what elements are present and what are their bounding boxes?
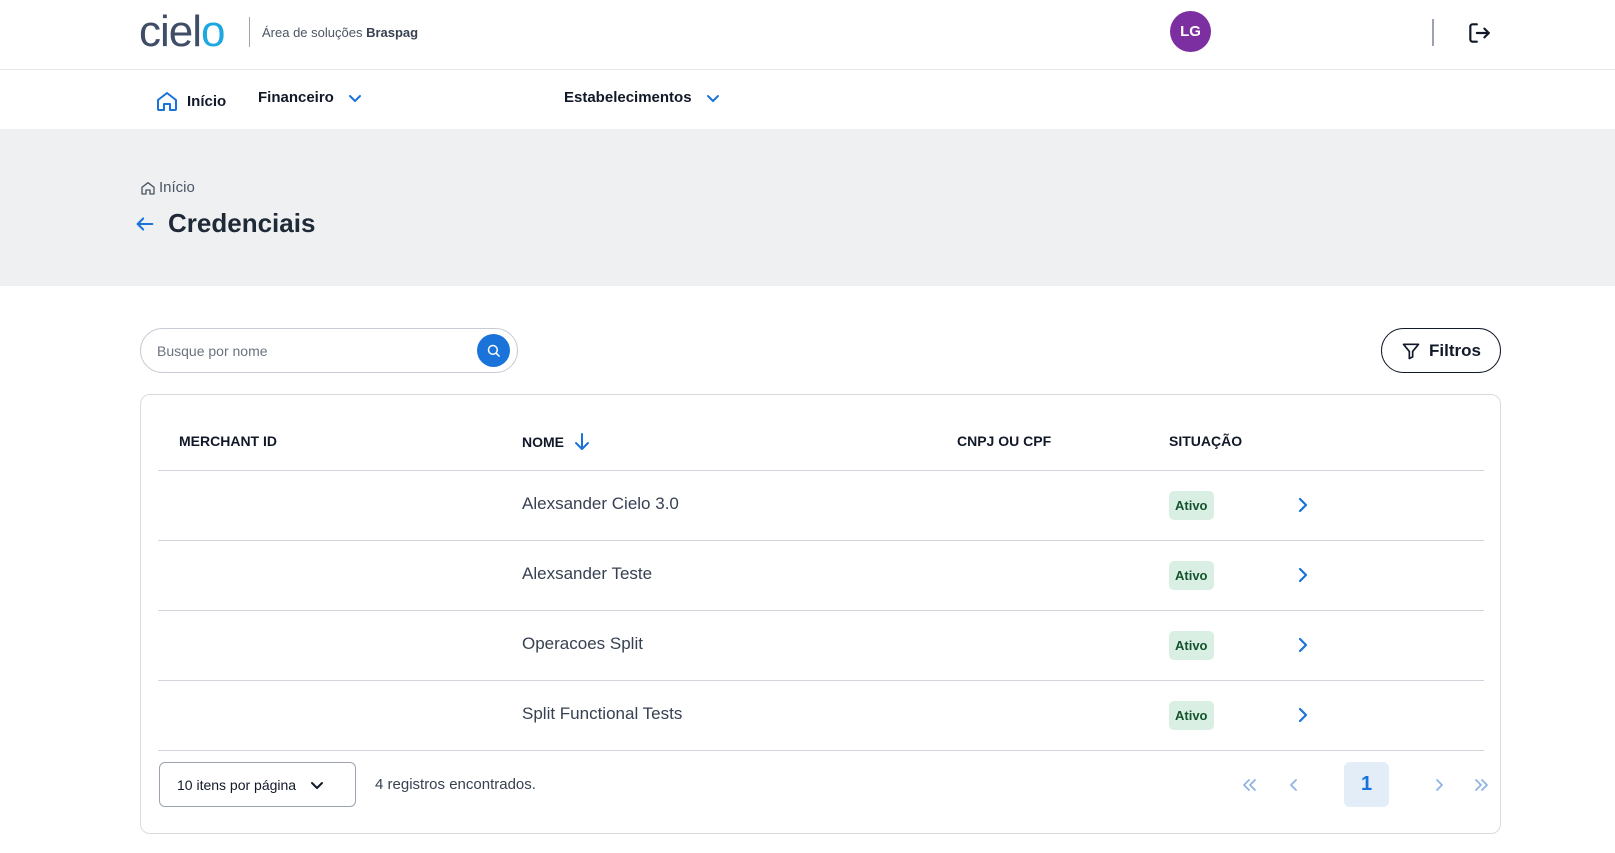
chevron-down-icon xyxy=(706,94,719,102)
column-header-nome[interactable]: NOME xyxy=(522,433,590,451)
back-arrow-icon[interactable] xyxy=(134,213,156,235)
nav-item-estabelecimentos[interactable]: Estabelecimentos xyxy=(564,89,720,106)
header-divider xyxy=(1432,19,1434,46)
table-row[interactable]: Split Functional Tests Ativo xyxy=(158,681,1484,751)
chevron-down-icon xyxy=(311,781,324,789)
items-per-page-label: 10 itens por página xyxy=(177,776,297,793)
search-icon xyxy=(487,344,500,357)
chevron-right-icon xyxy=(1435,778,1443,791)
logo-divider xyxy=(249,17,250,47)
previous-page-button[interactable] xyxy=(1271,762,1316,807)
row-name: Alexsander Teste xyxy=(522,564,653,583)
records-found-text: 4 registros encontrados. xyxy=(375,776,536,793)
nav-item-label: Financeiro xyxy=(258,89,334,106)
row-name: Alexsander Cielo 3.0 xyxy=(522,494,679,513)
title-row: Credenciais xyxy=(134,208,315,239)
header-subtitle: Área de soluções Braspag xyxy=(262,25,419,40)
home-icon xyxy=(141,181,155,195)
chevron-down-icon xyxy=(348,94,361,102)
main-nav: Início Financeiro Estabelecimentos xyxy=(0,70,1615,129)
search-button[interactable] xyxy=(477,334,510,367)
home-icon xyxy=(157,92,177,111)
cielo-logo[interactable]: cielo xyxy=(139,10,226,54)
filters-button[interactable]: Filtros xyxy=(1381,328,1501,373)
items-per-page-select[interactable]: 10 itens por página xyxy=(159,762,356,807)
row-name: Operacoes Split xyxy=(522,634,643,653)
sort-arrow-down-icon xyxy=(575,433,589,450)
table-row[interactable]: Alexsander Cielo 3.0 Ativo xyxy=(158,471,1484,541)
row-divider xyxy=(158,750,1484,751)
page-title: Credenciais xyxy=(168,208,316,238)
chevron-right-icon[interactable] xyxy=(1297,706,1309,724)
double-chevron-left-icon xyxy=(1242,778,1256,791)
breadcrumb[interactable]: Início xyxy=(140,179,195,196)
first-page-button[interactable] xyxy=(1226,762,1271,807)
row-name: Split Functional Tests xyxy=(522,704,683,723)
last-page-button[interactable] xyxy=(1459,762,1504,807)
search-box xyxy=(140,328,518,373)
table-row[interactable]: Operacoes Split Ativo xyxy=(158,611,1484,681)
nav-item-financeiro[interactable]: Financeiro xyxy=(258,89,362,106)
column-header-cnpj: CNPJ OU CPF xyxy=(957,433,1052,449)
status-badge: Ativo xyxy=(1169,491,1214,520)
chevron-right-icon[interactable] xyxy=(1297,566,1309,584)
nav-item-label: Estabelecimentos xyxy=(564,89,692,106)
double-chevron-right-icon xyxy=(1474,778,1488,791)
status-badge: Ativo xyxy=(1169,631,1214,660)
breadcrumb-label: Início xyxy=(159,179,195,196)
status-badge: Ativo xyxy=(1169,561,1214,590)
table-row[interactable]: Alexsander Teste Ativo xyxy=(158,541,1484,611)
column-header-situacao: SITUAÇÃO xyxy=(1169,433,1243,449)
page-header-banner: Início Credenciais xyxy=(0,129,1615,286)
next-page-button[interactable] xyxy=(1416,762,1461,807)
search-input[interactable] xyxy=(157,339,457,363)
chevron-right-icon[interactable] xyxy=(1297,496,1309,514)
chevron-right-icon[interactable] xyxy=(1297,636,1309,654)
logout-icon xyxy=(1469,23,1490,43)
filters-label: Filtros xyxy=(1429,340,1481,360)
page-button-current[interactable]: 1 xyxy=(1344,762,1389,807)
filter-icon xyxy=(1402,343,1420,359)
top-header: cielo Área de soluções Braspag LG xyxy=(0,0,1615,70)
nav-item-label: Início xyxy=(187,92,227,110)
credentials-table-card: MERCHANT ID NOME CNPJ OU CPF SITUAÇÃO Al… xyxy=(140,394,1501,834)
user-avatar[interactable]: LG xyxy=(1170,11,1211,52)
nav-item-inicio[interactable]: Início xyxy=(155,89,226,113)
status-badge: Ativo xyxy=(1169,701,1214,730)
logout-button[interactable] xyxy=(1466,20,1492,46)
column-header-merchant-id: MERCHANT ID xyxy=(179,433,277,449)
chevron-left-icon xyxy=(1289,778,1297,791)
